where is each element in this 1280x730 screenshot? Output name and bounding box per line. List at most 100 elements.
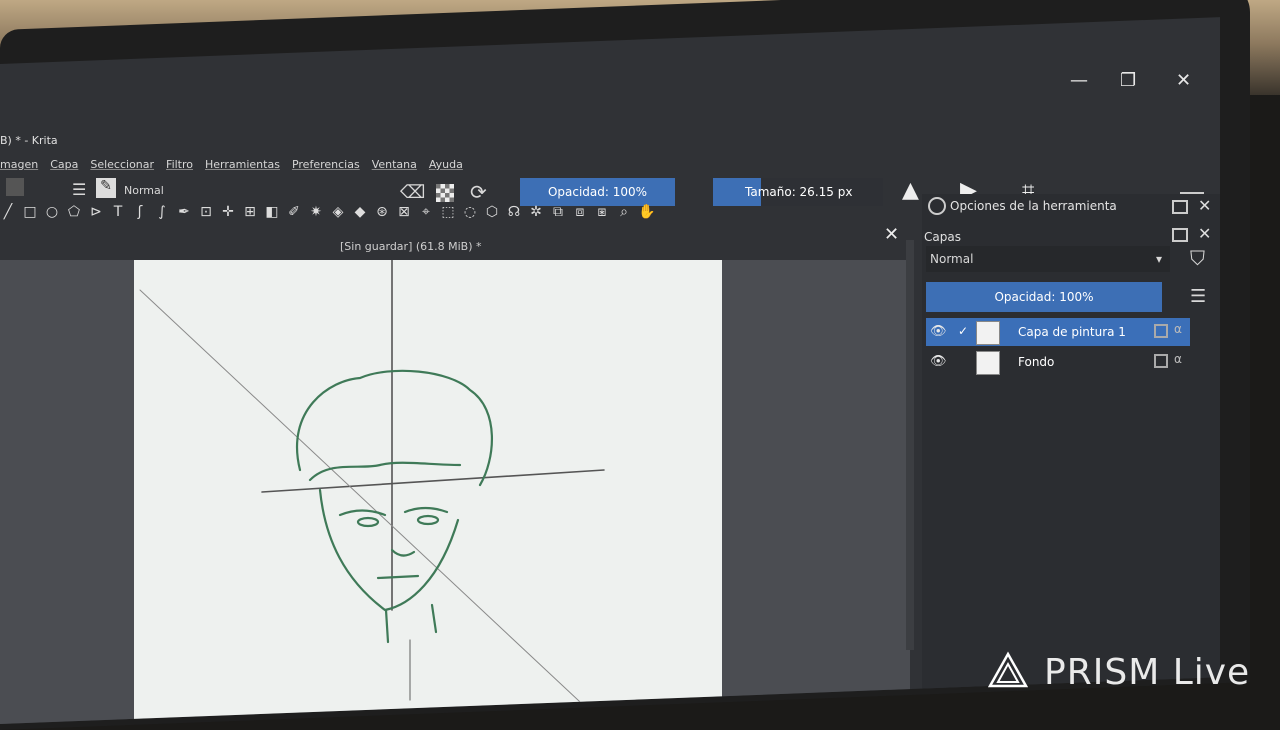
menu-herramientas[interactable]: Herramientas [205, 158, 280, 171]
opacity-slider[interactable]: Opacidad: 100% [520, 178, 675, 206]
calligraphy-icon[interactable]: ✒ [176, 204, 192, 220]
size-label: Tamaño: 26.15 px [745, 185, 853, 199]
rectangle-tool-icon[interactable]: □ [22, 204, 38, 220]
transform-tool-icon[interactable]: ⊡ [198, 204, 214, 220]
brush-preset-icon[interactable]: ✎ [96, 178, 116, 198]
laptop-screen: — ❐ ✕ B) * - Krita magen Capa Selecciona… [0, 17, 1220, 725]
active-check-icon[interactable]: ✓ [958, 324, 968, 338]
visibility-eye-icon[interactable]: 👁 [930, 354, 947, 369]
right-dock: Opciones de la herramienta ✕ ✕ Capas Nor… [922, 194, 1220, 724]
layer-row[interactable]: 👁 ✓ Capa de pintura 1 α [926, 318, 1190, 346]
brush-toolbar: ☰ ✎ Normal ⌫ ⟳ Opacidad: 100% Tamaño: 26… [0, 172, 1204, 212]
pan-tool-icon[interactable]: ✋ [638, 204, 655, 220]
close-window-button[interactable]: ✕ [1176, 70, 1191, 91]
blend-mode-select[interactable]: Normal [124, 184, 164, 197]
minimize-button[interactable]: — [1070, 70, 1088, 91]
bezier-tool-icon[interactable]: ʃ [132, 204, 148, 220]
measure-tool-icon[interactable]: ⊠ [396, 204, 412, 220]
magnetic-select-icon[interactable]: ⧆ [594, 204, 610, 220]
reference-tool-icon[interactable]: ⌖ [418, 204, 434, 220]
menu-imagen[interactable]: magen [0, 158, 38, 171]
gradient-tool-icon[interactable]: ◧ [264, 204, 280, 220]
text-tool-icon[interactable]: T [110, 204, 126, 220]
watermark: PRISM Live [1044, 652, 1251, 693]
layer-blend-value: Normal [930, 252, 974, 266]
right-eyebrow [403, 506, 449, 514]
enclose-fill-icon[interactable]: ◆ [352, 204, 368, 220]
maximize-button[interactable]: ❐ [1120, 70, 1136, 91]
hair-outline [295, 369, 494, 487]
tool-options-icon [928, 197, 946, 215]
ellipse-select-icon[interactable]: ◌ [462, 204, 478, 220]
layers-title: Capas [924, 230, 961, 244]
left-eyebrow [338, 509, 387, 517]
tool-options-title: Opciones de la herramienta [950, 199, 1117, 213]
canvas-area[interactable] [0, 260, 910, 725]
canvas-vertical-scrollbar[interactable] [906, 240, 914, 650]
float-docker-icon[interactable] [1172, 200, 1188, 214]
close-layers-icon[interactable]: ✕ [1198, 224, 1211, 243]
move-tool-icon[interactable]: ✛ [220, 204, 236, 220]
polygon-select-icon[interactable]: ⬡ [484, 204, 500, 220]
nose [390, 548, 416, 557]
layers-menu-icon[interactable]: ☰ [1190, 286, 1206, 307]
color-swatch[interactable] [6, 178, 24, 196]
alpha-lock-icon[interactable]: α [1174, 352, 1182, 366]
similar-select-icon[interactable]: ⧉ [550, 204, 566, 220]
brush-settings-icon[interactable]: ☰ [72, 180, 86, 199]
face-outline [318, 488, 460, 612]
menu-capa[interactable]: Capa [50, 158, 78, 171]
alpha-lock-icon[interactable] [436, 184, 454, 202]
assistant-tool-icon[interactable]: ⊛ [374, 204, 390, 220]
layer-thumbnail [976, 321, 1000, 345]
eraser-icon[interactable]: ⌫ [400, 182, 425, 203]
smart-patch-icon[interactable]: ✷ [308, 204, 324, 220]
right-eye [416, 514, 440, 526]
zoom-tool-icon[interactable]: ⌕ [616, 204, 632, 220]
window-title: B) * - Krita [0, 134, 58, 147]
document-title: [Sin guardar] (61.8 MiB) * [340, 240, 482, 253]
lock-icon[interactable] [1154, 324, 1168, 338]
face-sketch [139, 260, 611, 725]
menu-ayuda[interactable]: Ayuda [429, 158, 463, 171]
alpha-lock-icon[interactable]: α [1174, 322, 1182, 336]
layer-row[interactable]: 👁 Fondo α [926, 348, 1190, 376]
crop-tool-icon[interactable]: ⊞ [242, 204, 258, 220]
contiguous-select-icon[interactable]: ✲ [528, 204, 544, 220]
menu-ventana[interactable]: Ventana [372, 158, 417, 171]
layer-name[interactable]: Capa de pintura 1 [1018, 325, 1126, 339]
mouth [376, 574, 420, 580]
lock-icon[interactable] [1154, 354, 1168, 368]
polyline-tool-icon[interactable]: ⊳ [88, 204, 104, 220]
close-docker-icon[interactable]: ✕ [1198, 196, 1211, 215]
filter-icon[interactable]: ⛉ [1190, 246, 1205, 270]
layer-opacity-slider[interactable]: Opacidad: 100% [926, 282, 1162, 312]
reload-preset-icon[interactable]: ⟳ [470, 180, 487, 204]
freehand-path-icon[interactable]: ∫ [154, 204, 170, 220]
ellipse-tool-icon[interactable]: ○ [44, 204, 60, 220]
menu-filtro[interactable]: Filtro [166, 158, 193, 171]
mirror-horizontal-icon[interactable]: ▲ [902, 178, 919, 203]
menu-preferencias[interactable]: Preferencias [292, 158, 360, 171]
guide-diagonal [139, 289, 611, 725]
bezier-select-icon[interactable]: ⧈ [572, 204, 588, 220]
krita-window: — ❐ ✕ B) * - Krita magen Capa Selecciona… [0, 64, 1220, 725]
menu-seleccionar[interactable]: Seleccionar [90, 158, 154, 171]
layer-blend-select[interactable]: Normal ▾ [926, 246, 1170, 272]
float-layers-icon[interactable] [1172, 228, 1188, 242]
tools-toolbar: ╱ □ ○ ⬠ ⊳ T ʃ ∫ ✒ ⊡ ✛ ⊞ ◧ ✐ ✷ ◈ ◆ ⊛ ⊠ ⌖ … [0, 204, 656, 220]
guide-horizontal [261, 469, 605, 493]
freehand-select-icon[interactable]: ☊ [506, 204, 522, 220]
color-picker-icon[interactable]: ✐ [286, 204, 302, 220]
layer-name[interactable]: Fondo [1018, 355, 1054, 369]
line-tool-icon[interactable]: ╱ [0, 204, 16, 220]
fill-tool-icon[interactable]: ◈ [330, 204, 346, 220]
chevron-down-icon: ▾ [1155, 252, 1162, 266]
close-document-icon[interactable]: ✕ [884, 224, 899, 245]
visibility-eye-icon[interactable]: 👁 [930, 324, 947, 339]
add-layer-icon[interactable]: ＋ [932, 712, 954, 724]
polygon-tool-icon[interactable]: ⬠ [66, 204, 82, 220]
size-slider[interactable]: Tamaño: 26.15 px [713, 178, 883, 206]
rect-select-icon[interactable]: ⬚ [440, 204, 456, 220]
prism-logo-icon [988, 651, 1028, 688]
